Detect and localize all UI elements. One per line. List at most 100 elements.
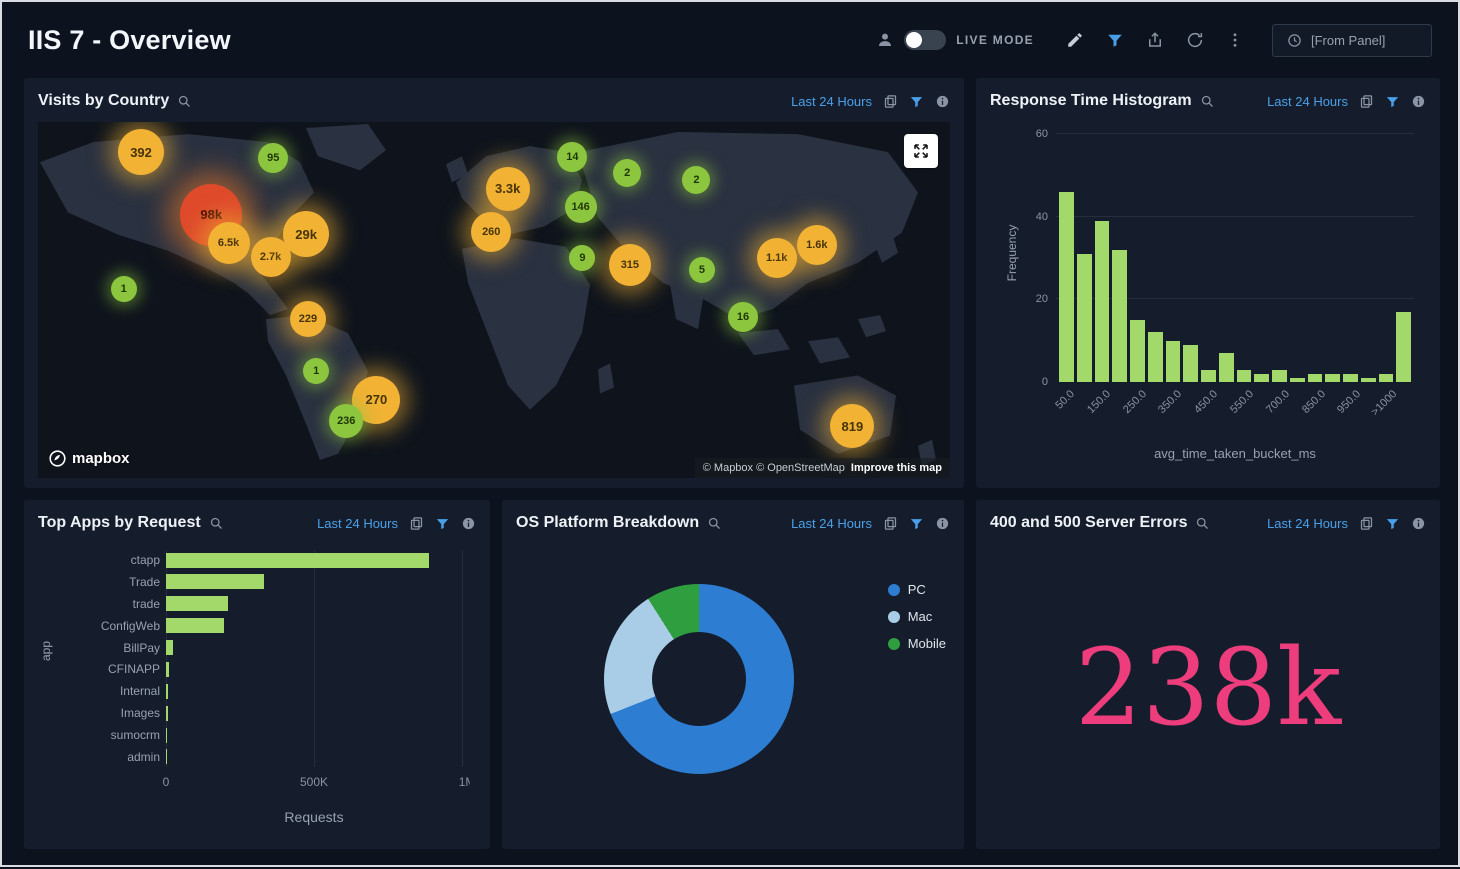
time-range-link[interactable]: Last 24 Hours <box>317 516 398 531</box>
info-icon[interactable] <box>1411 94 1426 109</box>
time-range-selector[interactable]: [From Panel] <box>1272 24 1432 57</box>
histogram-bar <box>1095 221 1110 382</box>
map-bubble[interactable]: 1 <box>303 358 329 384</box>
legend-dot <box>888 611 900 623</box>
map-bubble[interactable]: 14 <box>557 142 587 172</box>
kebab-menu-icon[interactable] <box>1226 31 1244 49</box>
edit-icon[interactable] <box>1066 31 1084 49</box>
histogram-bar <box>1130 320 1145 382</box>
map-bubble[interactable]: 16 <box>728 302 758 332</box>
mapbox-logo[interactable]: mapbox <box>48 449 130 468</box>
copy-icon[interactable] <box>1359 94 1374 109</box>
info-icon[interactable] <box>935 94 950 109</box>
live-mode-toggle[interactable] <box>904 30 946 50</box>
chart-legend: PC Mac Mobile <box>888 582 946 651</box>
zoom-icon[interactable] <box>1195 516 1210 531</box>
attribution-text[interactable]: © Mapbox © OpenStreetMap <box>703 462 845 474</box>
clock-icon <box>1287 33 1302 48</box>
time-range-link[interactable]: Last 24 Hours <box>791 516 872 531</box>
refresh-icon[interactable] <box>1186 31 1204 49</box>
map-bubble[interactable]: 9 <box>569 245 595 271</box>
panel-header: Visits by Country Last 24 Hours <box>38 88 950 114</box>
legend-item[interactable]: Mac <box>888 609 946 624</box>
histogram-bar <box>1166 341 1181 382</box>
panel-title: 400 and 500 Server Errors <box>990 514 1210 532</box>
panel-title-text: Visits by Country <box>38 92 169 110</box>
panel-actions: Last 24 Hours <box>1267 516 1426 531</box>
histogram-bar <box>1148 332 1163 382</box>
map-bubble[interactable]: 1.1k <box>757 238 797 278</box>
donut-chart[interactable] <box>604 584 794 774</box>
panel-header: 400 and 500 Server Errors Last 24 Hours <box>990 510 1426 536</box>
dashboard-header: IIS 7 - Overview LIVE MODE <box>2 2 1458 78</box>
app-category-label: sumocrm <box>60 725 160 745</box>
copy-icon[interactable] <box>883 94 898 109</box>
apps-xticks: 0500K1M <box>166 775 462 793</box>
histogram-bar <box>1343 374 1358 382</box>
panel-header: Top Apps by Request Last 24 Hours <box>38 510 476 536</box>
app-bar <box>166 706 168 721</box>
map-bubble[interactable]: 1 <box>111 276 137 302</box>
zoom-icon[interactable] <box>209 516 224 531</box>
time-range-link[interactable]: Last 24 Hours <box>1267 516 1348 531</box>
legend-dot <box>888 638 900 650</box>
histogram-bar <box>1112 250 1127 382</box>
panel-header: Response Time Histogram Last 24 Hours <box>990 88 1426 114</box>
map-bubble[interactable]: 260 <box>471 212 511 252</box>
map-bubble[interactable]: 1.6k <box>797 225 837 265</box>
expand-icon[interactable] <box>904 134 938 168</box>
filter-icon[interactable] <box>1385 94 1400 109</box>
improve-map-link[interactable]: Improve this map <box>851 462 942 474</box>
app-bar <box>166 662 169 677</box>
time-range-link[interactable]: Last 24 Hours <box>791 94 872 109</box>
panel-title: Visits by Country <box>38 92 192 110</box>
info-icon[interactable] <box>1411 516 1426 531</box>
map-bubble[interactable]: 95 <box>258 143 288 173</box>
map-bubble[interactable]: 229 <box>290 301 326 337</box>
map-bubble[interactable]: 146 <box>565 191 597 223</box>
info-icon[interactable] <box>935 516 950 531</box>
user-icon[interactable] <box>876 31 894 49</box>
legend-dot <box>888 584 900 596</box>
app-bar-row <box>166 703 462 723</box>
share-icon[interactable] <box>1146 31 1164 49</box>
zoom-icon[interactable] <box>707 516 722 531</box>
map-bubble[interactable]: 5 <box>689 257 715 283</box>
zoom-icon[interactable] <box>177 94 192 109</box>
copy-icon[interactable] <box>883 516 898 531</box>
y-axis-label: Frequency <box>1005 203 1019 303</box>
histogram-bar <box>1308 374 1323 382</box>
histogram-bar <box>1077 254 1092 382</box>
map-bubble[interactable]: 819 <box>830 404 874 448</box>
legend-item[interactable]: PC <box>888 582 946 597</box>
map-bubble[interactable]: 29k <box>283 211 329 257</box>
filter-icon[interactable] <box>909 94 924 109</box>
filter-icon[interactable] <box>1106 31 1124 49</box>
app-category-label: admin <box>60 747 160 767</box>
app-bar-row <box>166 572 462 592</box>
histogram-chart: Frequency 0204060 50.0150.0250.0350.0450… <box>990 118 1426 478</box>
map-bubble[interactable]: 2 <box>613 159 641 187</box>
filter-icon[interactable] <box>435 516 450 531</box>
map-bubble[interactable]: 236 <box>329 404 363 438</box>
histogram-xticks: 50.0150.0250.0350.0450.0550.0700.0850.09… <box>1056 386 1414 440</box>
copy-icon[interactable] <box>1359 516 1374 531</box>
filter-icon[interactable] <box>909 516 924 531</box>
map-bubble[interactable]: 392 <box>118 129 164 175</box>
copy-icon[interactable] <box>409 516 424 531</box>
info-icon[interactable] <box>461 516 476 531</box>
histogram-bar <box>1201 370 1216 382</box>
histogram-plot: 0204060 <box>1056 134 1414 382</box>
map-bubble[interactable]: 2 <box>682 166 710 194</box>
map-bubble[interactable]: 6.5k <box>208 222 250 264</box>
world-map[interactable]: 3929598k6.5k2.7k29k3.3k1414622260931551.… <box>38 122 950 478</box>
map-bubble[interactable]: 3.3k <box>486 167 530 211</box>
filter-icon[interactable] <box>1385 516 1400 531</box>
time-range-link[interactable]: Last 24 Hours <box>1267 94 1348 109</box>
legend-item[interactable]: Mobile <box>888 636 946 651</box>
live-mode-label: LIVE MODE <box>956 33 1034 47</box>
app-bar-row <box>166 638 462 658</box>
app-bar <box>166 574 264 589</box>
map-bubble[interactable]: 315 <box>609 244 651 286</box>
zoom-icon[interactable] <box>1200 94 1215 109</box>
